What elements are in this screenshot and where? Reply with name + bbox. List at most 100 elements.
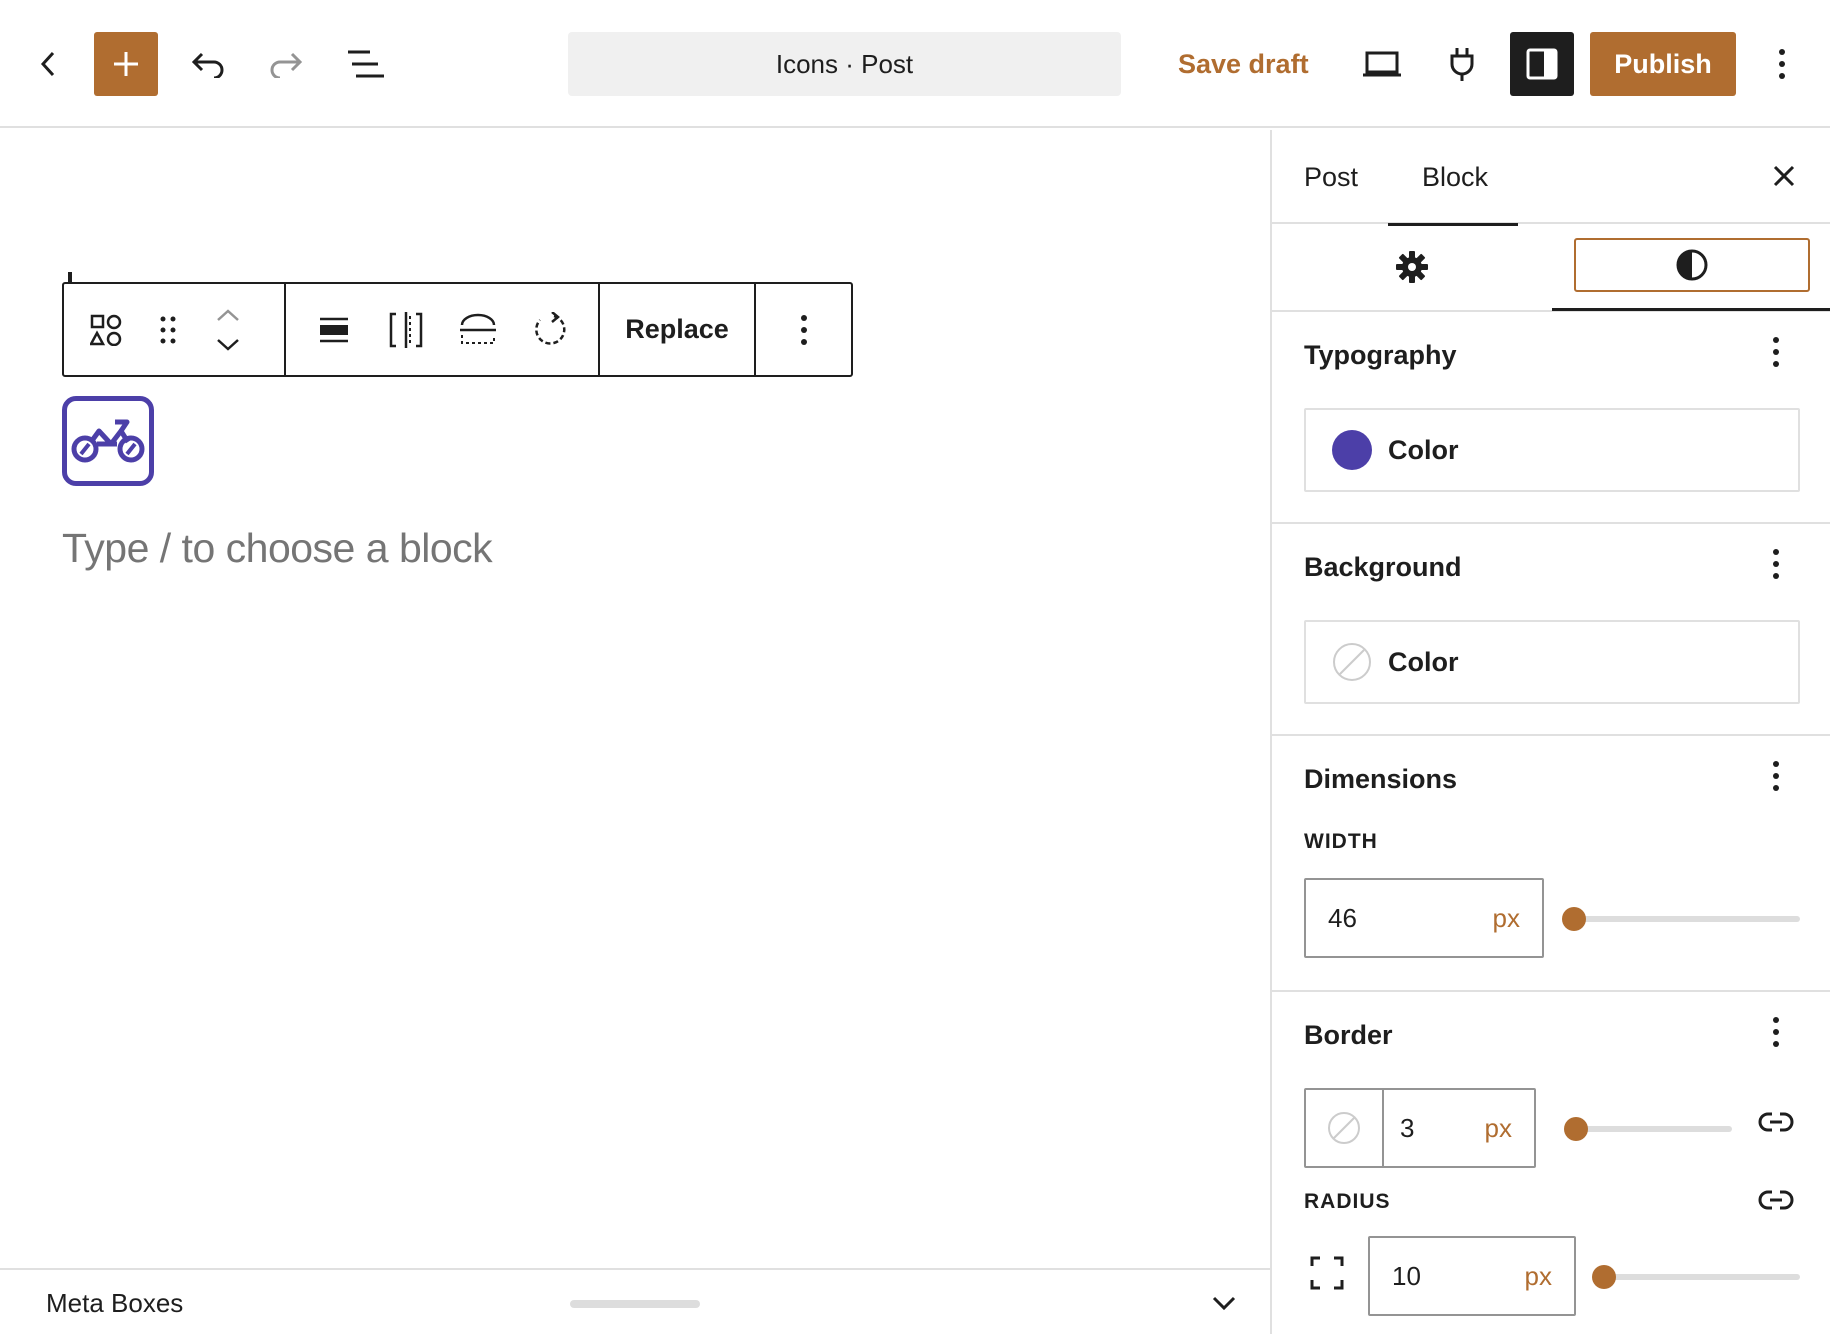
back-button[interactable] (28, 40, 68, 88)
align-icon (320, 317, 348, 342)
border-width-unit-select[interactable]: px (1485, 1113, 1512, 1144)
radius-slider-thumb[interactable] (1592, 1265, 1616, 1289)
close-icon (1773, 165, 1795, 187)
undo-icon (191, 52, 224, 78)
move-down-icon[interactable] (215, 337, 241, 353)
radius-input[interactable]: 10 px (1368, 1236, 1576, 1316)
list-view-button[interactable] (342, 40, 390, 88)
laptop-icon (1363, 51, 1401, 77)
radius-label: RADIUS (1304, 1190, 1391, 1213)
no-color-icon (1328, 1112, 1360, 1144)
border-width-slider-track[interactable] (1568, 1126, 1732, 1132)
editor-header: Icons · Post Save draft Publish (0, 0, 1830, 128)
radius-unlink-button[interactable] (1758, 1188, 1794, 1217)
justify-button[interactable] (376, 284, 436, 375)
replace-button[interactable]: Replace (597, 314, 757, 345)
block-options-button[interactable] (800, 284, 808, 375)
wide-align-icon (460, 313, 496, 344)
close-sidebar-button[interactable] (1766, 158, 1802, 199)
chevron-left-icon (40, 51, 55, 77)
plugin-button[interactable] (1438, 40, 1486, 88)
radius-unit-select[interactable]: px (1525, 1261, 1552, 1292)
sidebar-tabs: Post Block (1272, 130, 1830, 226)
publish-button[interactable]: Publish (1590, 32, 1736, 96)
width-slider-thumb[interactable] (1562, 907, 1586, 931)
width-input[interactable]: 46 px (1304, 878, 1544, 958)
width-unit-select[interactable]: px (1493, 903, 1520, 934)
sidebar-icon (1526, 48, 1558, 80)
border-options-button[interactable] (1772, 1016, 1780, 1053)
preview-button[interactable] (1358, 40, 1406, 88)
redo-button[interactable] (262, 40, 310, 88)
corners-icon (1310, 1256, 1344, 1290)
add-block-button[interactable] (94, 32, 158, 96)
radius-value: 10 (1392, 1260, 1421, 1291)
drag-handle-icon (160, 316, 176, 343)
block-placeholder[interactable]: Type / to choose a block (62, 525, 493, 572)
radius-corners-icon-wrap (1310, 1256, 1344, 1295)
radius-slider-track[interactable] (1602, 1274, 1800, 1280)
tab-block[interactable]: Block (1387, 130, 1519, 226)
resize-handle[interactable] (570, 1300, 700, 1308)
tab-post[interactable]: Post (1304, 130, 1358, 224)
typography-panel: Typography Color (1272, 312, 1830, 524)
settings-button[interactable] (1510, 32, 1574, 96)
unlink-icon (1758, 1112, 1794, 1132)
drag-handle[interactable] (148, 284, 188, 375)
text-color-button[interactable]: Color (1304, 408, 1800, 492)
undo-button[interactable] (184, 40, 232, 88)
width-label: WIDTH (1304, 830, 1378, 853)
text-color-swatch (1332, 430, 1372, 470)
align-button[interactable] (304, 284, 364, 375)
border-width-input[interactable]: 3 px (1384, 1090, 1534, 1166)
more-vertical-icon (1773, 337, 1779, 367)
dimensions-options-button[interactable] (1772, 760, 1780, 797)
more-vertical-icon (1773, 549, 1779, 579)
plug-icon (1450, 48, 1474, 81)
typography-options-button[interactable] (1772, 336, 1780, 373)
active-subtab-indicator (1552, 308, 1830, 311)
background-color-button[interactable]: Color (1304, 620, 1800, 704)
icon-block-type-icon (90, 314, 122, 346)
motorcycle-icon (71, 419, 145, 463)
border-width-value: 3 (1400, 1112, 1415, 1143)
rotate-icon (535, 311, 566, 345)
block-type-button[interactable] (64, 284, 148, 375)
text-color-label: Color (1388, 434, 1459, 465)
save-draft-button[interactable]: Save draft (1160, 32, 1327, 96)
chevron-down-icon (1212, 1296, 1236, 1311)
background-title: Background (1304, 552, 1462, 582)
options-button[interactable] (1764, 40, 1800, 88)
document-title-button[interactable]: Icons · Post (568, 32, 1121, 96)
width-value: 46 (1328, 902, 1357, 933)
rotate-button[interactable] (520, 284, 580, 375)
no-color-icon (1333, 643, 1371, 681)
meta-boxes-label: Meta Boxes (46, 1288, 184, 1318)
block-inspector-tabs (1272, 224, 1830, 312)
background-options-button[interactable] (1772, 548, 1780, 585)
border-panel: Border 3 px RADIUS 10 px (1272, 992, 1830, 1334)
wide-align-button[interactable] (448, 284, 508, 375)
border-width-slider-thumb[interactable] (1564, 1117, 1588, 1141)
block-toolbar-group-1 (64, 284, 286, 375)
meta-boxes-toggle[interactable] (1206, 1286, 1242, 1323)
background-color-label: Color (1388, 646, 1459, 677)
border-unlink-button[interactable] (1758, 1110, 1794, 1139)
background-panel: Background Color (1272, 524, 1830, 736)
tab-block-styles[interactable] (1574, 238, 1810, 292)
gear-icon (1396, 251, 1428, 283)
dimensions-panel: Dimensions WIDTH 46 px (1272, 736, 1830, 992)
border-color-button[interactable] (1306, 1090, 1384, 1166)
unlink-icon (1758, 1190, 1794, 1210)
border-title: Border (1304, 1020, 1393, 1050)
justify-icon (389, 311, 423, 348)
selected-icon-block[interactable] (62, 396, 154, 486)
block-toolbar-group-3: Replace (600, 284, 756, 375)
typography-title: Typography (1304, 340, 1457, 370)
block-toolbar-group-4 (756, 284, 851, 375)
settings-sidebar: Post Block Typography Color Background C… (1270, 130, 1830, 1334)
border-width-control: 3 px (1304, 1088, 1536, 1168)
width-slider-track[interactable] (1572, 916, 1800, 922)
tab-block-settings[interactable] (1272, 224, 1552, 310)
move-up-icon[interactable] (215, 307, 241, 323)
